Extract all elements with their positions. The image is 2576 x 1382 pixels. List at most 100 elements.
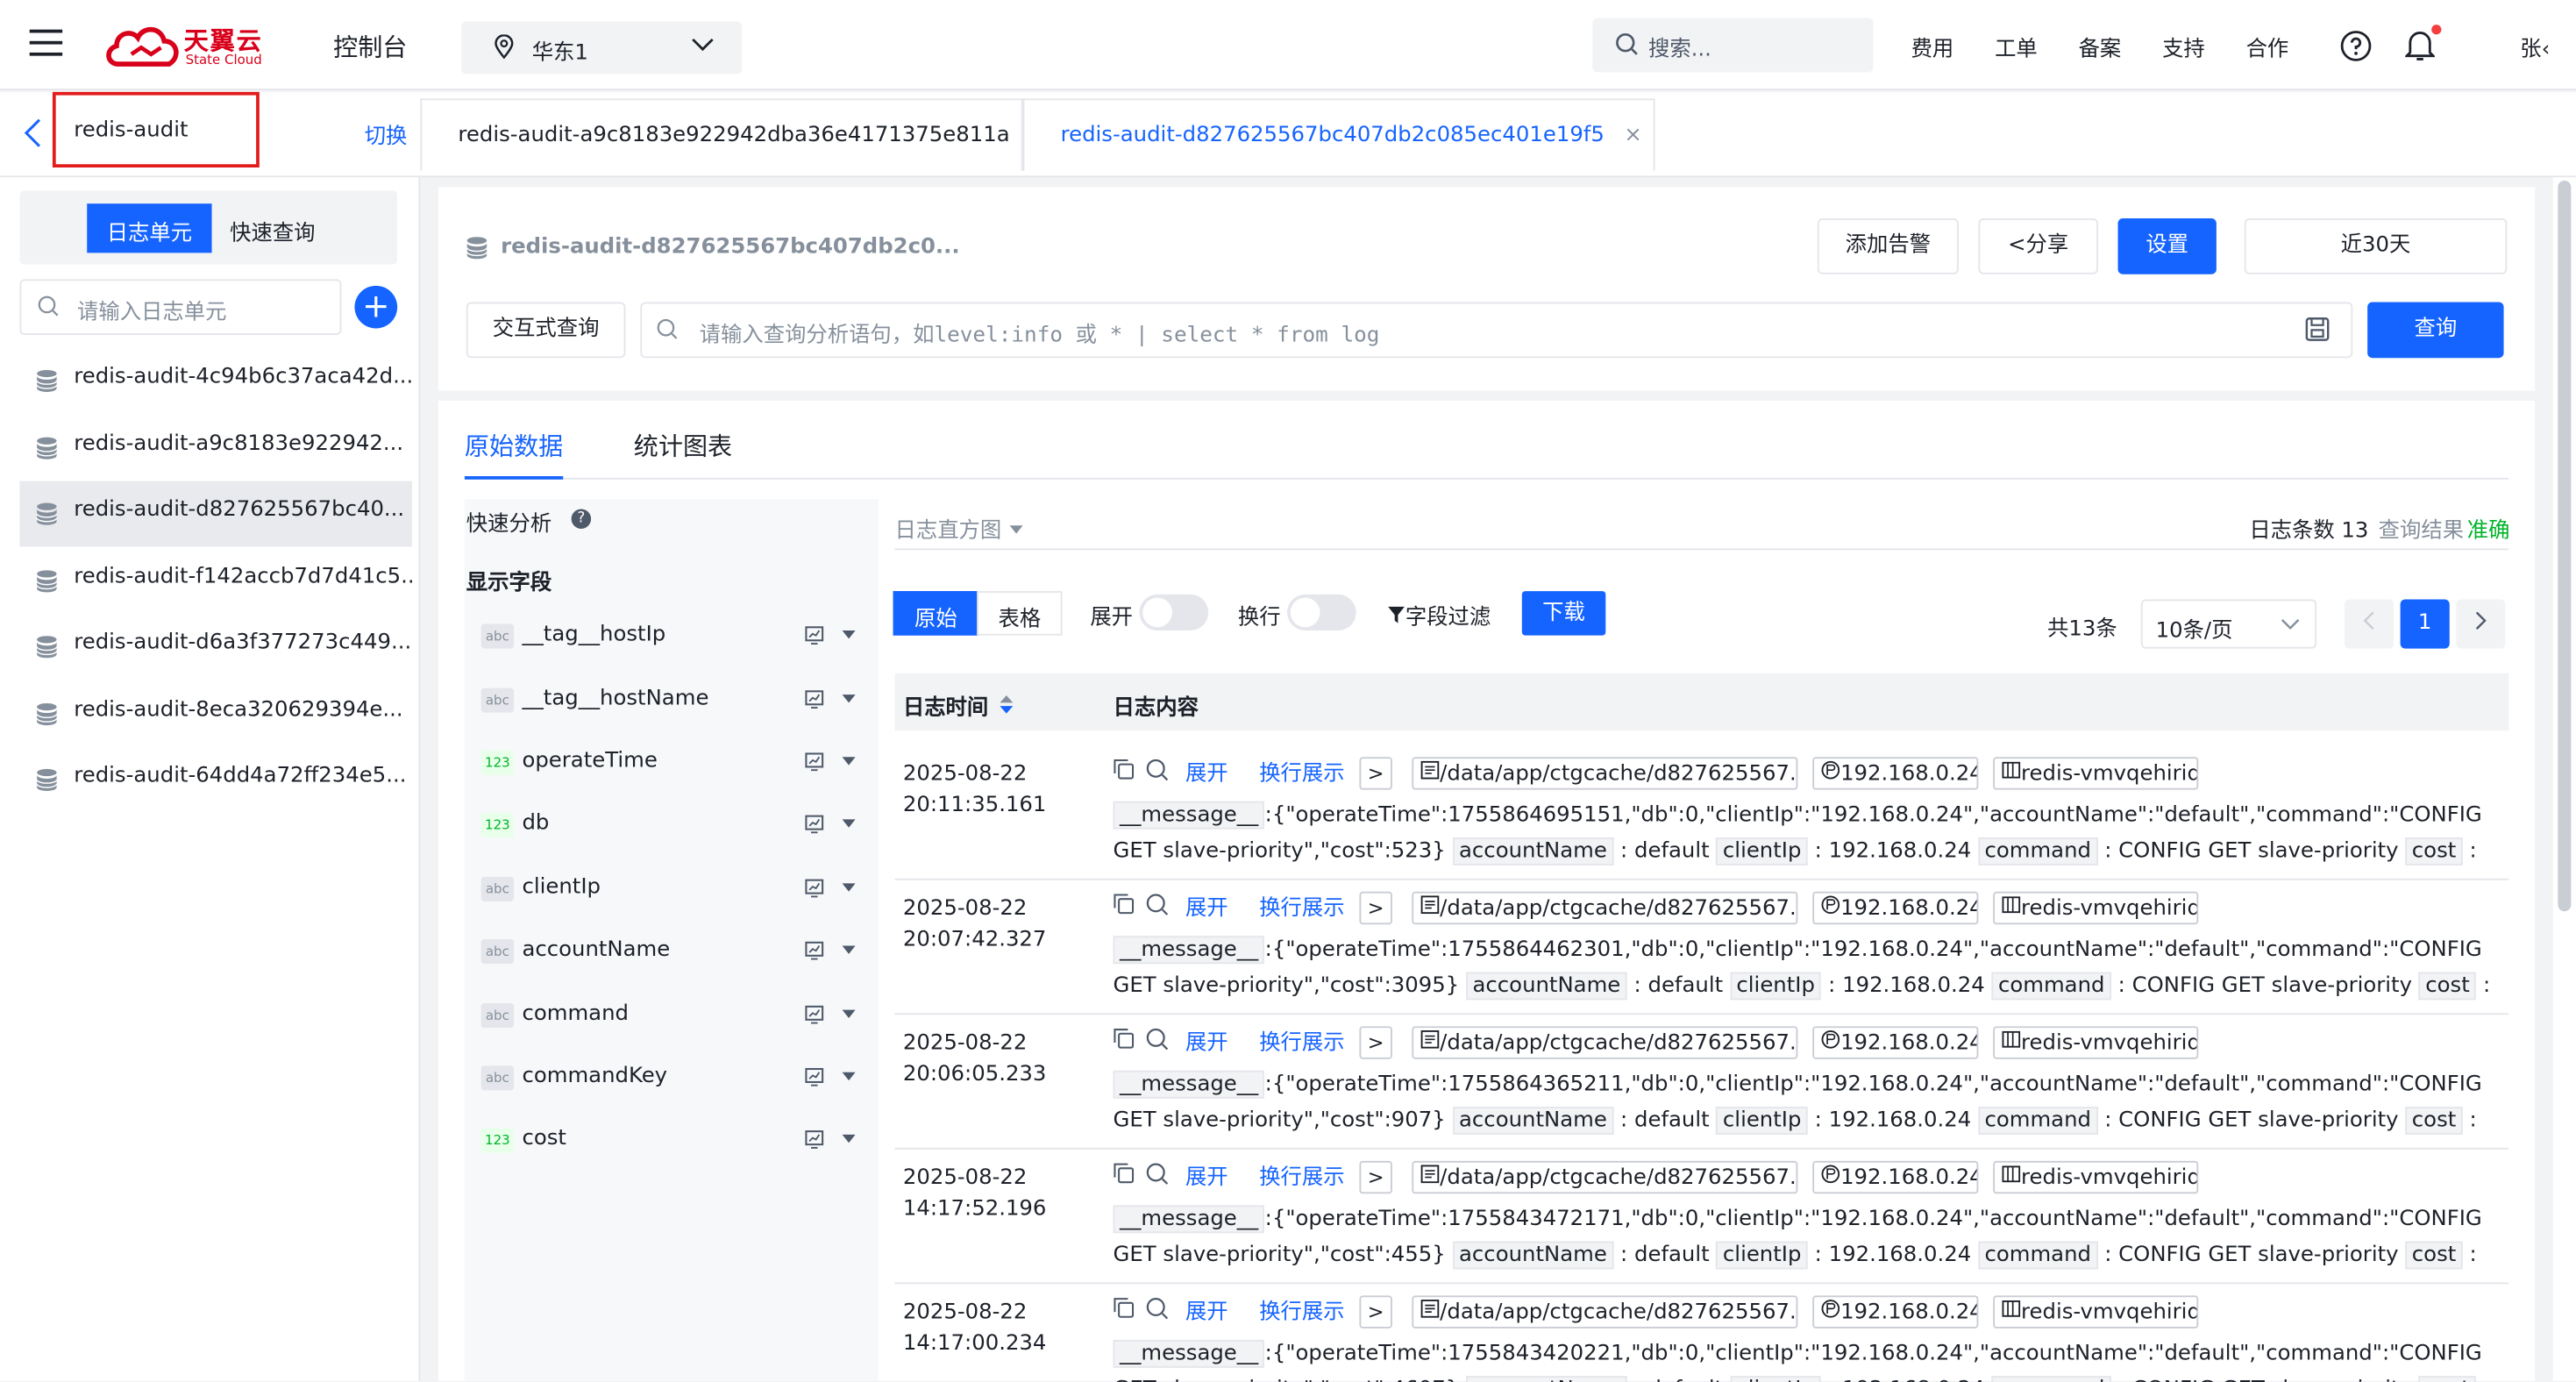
caret-down-icon[interactable] (842, 883, 856, 892)
field-item[interactable]: 123 operateTime (480, 747, 859, 780)
sidebar-item-log-unit-selected[interactable]: redis-audit-d827625567bc40... (19, 481, 412, 547)
context-search-icon[interactable] (1146, 1163, 1169, 1186)
field-item[interactable]: abc accountName (480, 936, 859, 968)
wrap-display-link[interactable]: 换行展示 (1259, 890, 1344, 921)
wrap-display-link[interactable]: 换行展示 (1259, 1294, 1344, 1325)
chart-icon[interactable] (805, 1067, 824, 1086)
nav-partner[interactable]: 合作 (2246, 32, 2289, 62)
wrap-display-link[interactable]: 换行展示 (1259, 755, 1344, 787)
sidebar-item-log-unit[interactable]: redis-audit-f142accb7d7d41c5... (19, 548, 412, 614)
sidebar-item-log-unit[interactable]: redis-audit-a9c8183e922942... (19, 416, 412, 481)
logo[interactable]: 天翼云 State Cloud (105, 21, 269, 70)
chevron-right-icon[interactable]: > (1359, 757, 1392, 790)
context-search-icon[interactable] (1146, 894, 1169, 916)
tab-log-unit-1[interactable]: redis-audit-a9c8183e922942dba36e4171375e… (420, 98, 1023, 171)
page-size-select[interactable]: 10条/页 (2140, 599, 2317, 649)
chart-icon[interactable] (805, 1129, 824, 1149)
copy-icon[interactable] (1114, 894, 1135, 915)
histogram-toggle[interactable]: 日志直方图 (895, 512, 1023, 544)
caret-down-icon[interactable] (842, 1009, 856, 1018)
context-search-icon[interactable] (1146, 759, 1169, 781)
chevron-right-icon[interactable]: > (1359, 891, 1392, 925)
page-scrollbar-thumb[interactable] (2558, 180, 2572, 912)
close-icon[interactable]: × (1624, 123, 1641, 147)
caret-down-icon[interactable] (842, 757, 856, 766)
back-arrow-icon[interactable] (23, 118, 42, 148)
tab-stat-chart[interactable]: 统计图表 (634, 429, 732, 463)
chart-icon[interactable] (805, 1005, 824, 1024)
download-button[interactable]: 下载 (1521, 591, 1606, 636)
wrap-display-link[interactable]: 换行展示 (1259, 1159, 1344, 1190)
global-search-input[interactable]: 搜索... (1592, 18, 1874, 73)
field-filter-button[interactable]: 字段过滤 (1387, 599, 1491, 630)
chart-icon[interactable] (805, 689, 824, 709)
caret-down-icon[interactable] (842, 695, 856, 703)
field-item[interactable]: 123 cost (480, 1125, 859, 1158)
caret-down-icon[interactable] (842, 945, 856, 954)
region-select[interactable]: 华东1 (461, 21, 743, 75)
sidebar-item-log-unit[interactable]: redis-audit-d6a3f377273c449... (19, 614, 412, 680)
column-header-time[interactable]: 日志时间 (903, 689, 988, 721)
user-menu[interactable]: 张‹ (2520, 32, 2550, 62)
menu-icon[interactable] (29, 29, 63, 56)
tab-log-unit-2[interactable]: redis-audit-d827625567bc407db2c085ec401e… (1022, 98, 1655, 171)
help-icon[interactable] (2339, 30, 2372, 62)
field-item[interactable]: abc commandKey (480, 1063, 859, 1095)
interactive-query-button[interactable]: 交互式查询 (466, 302, 626, 359)
chart-icon[interactable] (805, 815, 824, 834)
page-number-button[interactable]: 1 (2400, 599, 2450, 649)
field-item[interactable]: 123 db (480, 809, 859, 842)
add-log-unit-button[interactable]: + (354, 285, 398, 329)
segment-quick-query[interactable]: 快速查询 (210, 203, 335, 253)
nav-support[interactable]: 支持 (2162, 32, 2205, 62)
sidebar-item-log-unit[interactable]: redis-audit-8eca320629394e... (19, 681, 412, 747)
console-title[interactable]: 控制台 (333, 30, 407, 64)
query-input[interactable]: 请输入查询分析语句，如level:info 或 * | select * fro… (640, 302, 2353, 359)
field-item[interactable]: abc clientIp (480, 873, 859, 906)
copy-icon[interactable] (1114, 1297, 1135, 1318)
nav-tickets[interactable]: 工单 (1995, 32, 2038, 62)
notification-bell-icon[interactable] (2403, 25, 2442, 68)
field-item[interactable]: abc __tag__hostIp (480, 621, 859, 653)
view-table-button[interactable]: 表格 (977, 591, 1063, 636)
view-raw-button[interactable]: 原始 (893, 591, 979, 636)
query-button[interactable]: 查询 (2367, 302, 2504, 359)
time-range-picker[interactable]: 近30天 (2244, 218, 2508, 274)
copy-icon[interactable] (1114, 759, 1135, 780)
nav-filing[interactable]: 备案 (2079, 32, 2122, 62)
sidebar-item-log-unit[interactable]: redis-audit-64dd4a72ff234e5... (19, 747, 412, 813)
field-item[interactable]: abc __tag__hostName (480, 685, 859, 717)
expand-link[interactable]: 展开 (1185, 1159, 1228, 1190)
copy-icon[interactable] (1114, 1028, 1135, 1049)
tab-raw-data[interactable]: 原始数据 (465, 429, 563, 463)
chart-icon[interactable] (805, 625, 824, 645)
share-button[interactable]: <分享 (1978, 218, 2099, 274)
next-page-button[interactable] (2456, 599, 2506, 649)
nav-fees[interactable]: 费用 (1911, 32, 1954, 62)
sort-icon[interactable] (998, 695, 1014, 714)
copy-icon[interactable] (1114, 1163, 1135, 1184)
sidebar-item-log-unit[interactable]: redis-audit-4c94b6c37aca42d... (19, 348, 412, 414)
log-unit-search-input[interactable]: 请输入日志单元 (19, 279, 342, 335)
caret-down-icon[interactable] (842, 1072, 856, 1081)
chevron-right-icon[interactable]: > (1359, 1295, 1392, 1329)
expand-link[interactable]: 展开 (1185, 755, 1228, 787)
segment-log-units[interactable]: 日志单元 (87, 203, 212, 253)
prev-page-button[interactable] (2344, 599, 2395, 649)
caret-down-icon[interactable] (842, 1134, 856, 1143)
settings-button[interactable]: 设置 (2117, 218, 2217, 274)
chevron-right-icon[interactable]: > (1359, 1026, 1392, 1059)
expand-link[interactable]: 展开 (1185, 890, 1228, 921)
save-query-icon[interactable] (2305, 317, 2330, 341)
context-search-icon[interactable] (1146, 1028, 1169, 1051)
chart-icon[interactable] (805, 752, 824, 772)
expand-toggle[interactable] (1139, 594, 1209, 631)
chart-icon[interactable] (805, 941, 824, 960)
wrap-display-link[interactable]: 换行展示 (1259, 1024, 1344, 1056)
expand-link[interactable]: 展开 (1185, 1024, 1228, 1056)
caret-down-icon[interactable] (842, 819, 856, 828)
help-icon[interactable]: ? (571, 509, 592, 529)
add-alert-button[interactable]: 添加告警 (1817, 218, 1959, 274)
expand-link[interactable]: 展开 (1185, 1294, 1228, 1325)
chevron-right-icon[interactable]: > (1359, 1160, 1392, 1194)
